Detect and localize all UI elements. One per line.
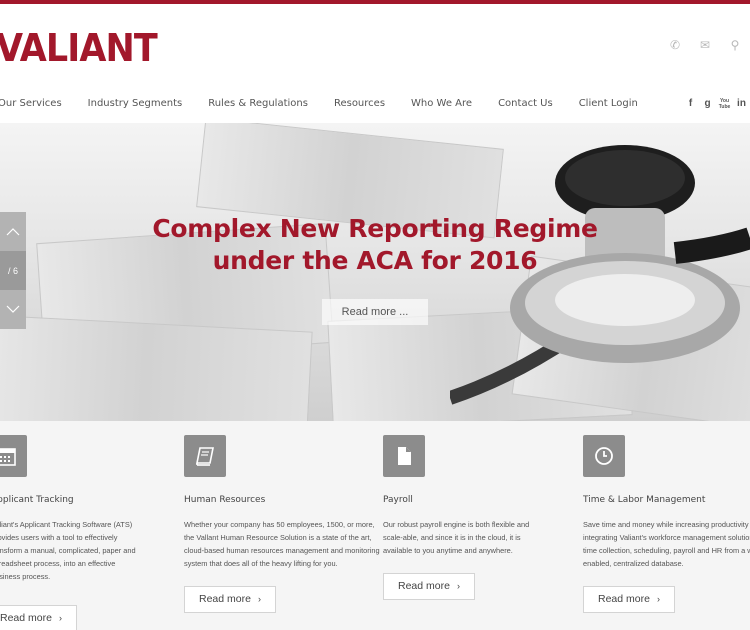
hero-title-line1: Complex New Reporting Regime bbox=[152, 214, 598, 243]
read-more-button[interactable]: Read more › bbox=[583, 586, 675, 613]
nav-client-login[interactable]: Client Login bbox=[579, 98, 664, 109]
nav-who-we-are[interactable]: Who We Are bbox=[411, 98, 498, 109]
top-accent-bar bbox=[0, 0, 750, 4]
read-more-label: Read more bbox=[598, 593, 650, 605]
youtube-icon[interactable]: You Tube bbox=[716, 98, 733, 110]
feature-human-resources: Human Resources Whether your company has… bbox=[184, 435, 384, 613]
hero-read-more-button[interactable]: Read more ... bbox=[322, 299, 428, 325]
main-nav: Our Services Industry Segments Rules & R… bbox=[0, 98, 664, 109]
linkedin-icon[interactable]: in bbox=[733, 98, 750, 110]
slider-controls: / 6 bbox=[0, 212, 26, 330]
search-icon[interactable]: ⚲ bbox=[720, 38, 750, 52]
nav-rules-regulations[interactable]: Rules & Regulations bbox=[208, 98, 334, 109]
nav-our-services[interactable]: Our Services bbox=[0, 98, 88, 109]
chevron-right-icon: › bbox=[257, 594, 261, 604]
nav-resources[interactable]: Resources bbox=[334, 98, 411, 109]
banknote-image bbox=[0, 314, 313, 421]
feature-text: Our robust payroll engine is both flexib… bbox=[383, 520, 530, 555]
feature-time-labor: Time & Labor Management Save time and mo… bbox=[583, 435, 750, 613]
nav-contact-us[interactable]: Contact Us bbox=[498, 98, 579, 109]
email-icon[interactable]: ✉ bbox=[690, 38, 720, 52]
feature-title: Payroll bbox=[383, 495, 413, 505]
feature-title: Applicant Tracking bbox=[0, 495, 74, 505]
book-icon bbox=[196, 447, 214, 466]
hero-title-line2: under the ACA for 2016 bbox=[212, 246, 538, 275]
chevron-right-icon: › bbox=[58, 613, 62, 623]
features-section: Applicant Tracking Valiant's Applicant T… bbox=[0, 421, 750, 630]
document-icon bbox=[398, 447, 411, 465]
google-icon[interactable]: g bbox=[699, 98, 716, 110]
clock-icon bbox=[595, 447, 613, 465]
read-more-button[interactable]: Read more › bbox=[184, 586, 276, 613]
feature-payroll: Payroll Our robust payroll engine is bot… bbox=[383, 435, 583, 600]
feature-text: Whether your company has 50 employees, 1… bbox=[184, 520, 380, 568]
chevron-right-icon: › bbox=[656, 594, 660, 604]
phone-icon[interactable]: ✆ bbox=[660, 38, 690, 52]
slide-counter: / 6 bbox=[0, 251, 26, 290]
calendar-icon-box bbox=[0, 435, 27, 477]
read-more-button[interactable]: Read more › bbox=[383, 573, 475, 600]
chevron-down-icon bbox=[6, 305, 20, 313]
book-icon-box bbox=[184, 435, 226, 477]
slider-prev-button[interactable] bbox=[0, 212, 26, 251]
clock-icon-box bbox=[583, 435, 625, 477]
read-more-label: Read more bbox=[0, 612, 52, 624]
feature-text: Save time and money while increasing pro… bbox=[583, 520, 750, 568]
feature-title: Time & Labor Management bbox=[583, 495, 706, 505]
hero-title: Complex New Reporting Regime under the A… bbox=[0, 213, 750, 277]
slider-next-button[interactable] bbox=[0, 290, 26, 329]
feature-text: Valiant's Applicant Tracking Software (A… bbox=[0, 520, 136, 581]
valiant-logo[interactable]: VALIANT bbox=[0, 26, 158, 70]
document-icon-box bbox=[383, 435, 425, 477]
contact-icons: ✆ ✉ ⚲ bbox=[660, 38, 750, 52]
hero-slider: Complex New Reporting Regime under the A… bbox=[0, 123, 750, 421]
calendar-icon bbox=[0, 448, 16, 466]
feature-applicant-tracking: Applicant Tracking Valiant's Applicant T… bbox=[0, 435, 185, 630]
read-more-button[interactable]: Read more › bbox=[0, 605, 77, 630]
chevron-up-icon bbox=[6, 228, 20, 236]
read-more-label: Read more bbox=[199, 593, 251, 605]
social-links: f g You Tube in bbox=[682, 98, 750, 110]
read-more-label: Read more bbox=[398, 580, 450, 592]
facebook-icon[interactable]: f bbox=[682, 98, 699, 110]
chevron-right-icon: › bbox=[456, 581, 460, 591]
feature-title: Human Resources bbox=[184, 495, 266, 505]
slide-counter-text: / 6 bbox=[7, 265, 18, 276]
nav-industry-segments[interactable]: Industry Segments bbox=[88, 98, 209, 109]
